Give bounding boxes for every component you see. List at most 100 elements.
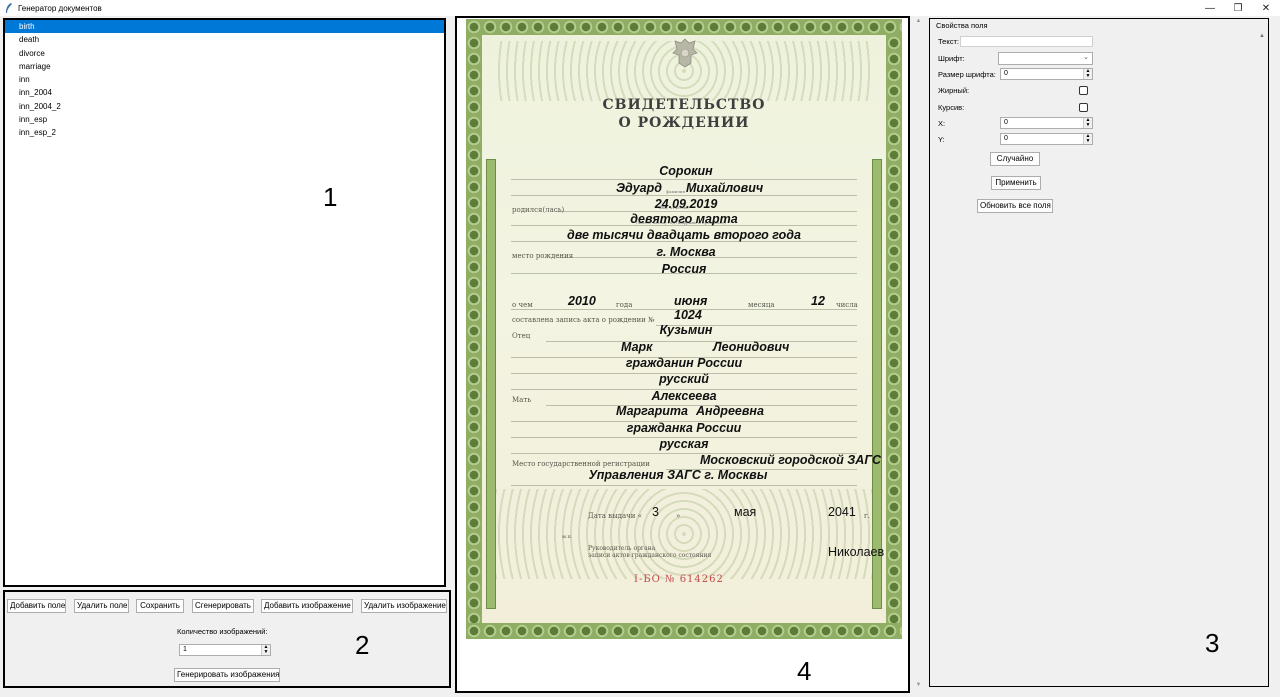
remove-field-button[interactable]: Удалить поле [74, 599, 129, 613]
maximize-button[interactable]: ❐ [1224, 0, 1252, 16]
panel-number-2: 2 [355, 630, 370, 660]
border-ornament-bottom [466, 623, 902, 639]
close-button[interactable]: ✕ [1252, 0, 1280, 16]
scroll-down-icon[interactable]: ▼ [912, 682, 925, 692]
border-ornament-top [466, 19, 902, 35]
label-registration: Место государственной регистрации [512, 460, 650, 468]
label-mother: Мать [512, 396, 532, 404]
template-list[interactable]: birth death divorce marriage inn inn_2004 inn_… [5, 20, 444, 140]
field-father-nationality: русский [659, 372, 709, 386]
minimize-button[interactable]: — [1196, 0, 1224, 16]
add-field-button[interactable]: Добавить поле [7, 599, 66, 613]
field-record-year: 2010 [568, 294, 596, 308]
field-properties-panel: Свойства поля Текст: Шрифт: ⌄ Размер шри… [929, 18, 1269, 687]
field-father-first-name: Марк [621, 340, 653, 354]
field-birth-place: г. Москва [656, 245, 716, 259]
template-list-item[interactable]: birth [5, 20, 444, 34]
caption-surname: фамилия [666, 189, 686, 194]
template-list-item[interactable]: death [5, 33, 444, 46]
apply-button[interactable]: Применить [991, 176, 1041, 190]
template-list-item[interactable]: inn [5, 73, 444, 86]
properties-scrollbar[interactable]: ▲ [1257, 33, 1267, 683]
y-value: 0 [1004, 135, 1008, 142]
x-value: 0 [1004, 119, 1008, 126]
field-father-citizenship: гражданин России [625, 356, 743, 370]
template-list-item[interactable]: marriage [5, 60, 444, 73]
text-input[interactable] [960, 36, 1093, 47]
text-label: Текст: [938, 37, 959, 46]
template-list-item[interactable]: inn_2004 [5, 86, 444, 99]
chevron-down-icon: ⌄ [1083, 54, 1089, 61]
panel-number-4: 4 [797, 656, 812, 686]
coat-of-arms-icon [672, 38, 698, 68]
birth-certificate-image[interactable]: СВИДЕТЕЛЬСТВО О РОЖДЕНИИ фамилия имя, от… [466, 19, 902, 639]
field-record-month: июня [674, 294, 708, 308]
label-issue-date: Дата выдачи « [588, 512, 642, 520]
field-first-name: Эдуард [616, 181, 662, 195]
field-birth-date-words-2: две тысячи двадцать второго года [567, 228, 801, 242]
toolbar-panel: Добавить поле Удалить поле Сохранить Сге… [3, 590, 451, 688]
field-issue-year: 2041 [828, 505, 856, 519]
label-birth-place: место рождения [512, 252, 574, 260]
remove-image-button[interactable]: Удалить изображение [361, 599, 447, 613]
label-record: составлена запись акта о рождении № [512, 316, 655, 324]
field-registry-office-1: Московский городской ЗАГС [700, 453, 882, 467]
x-spinbox[interactable]: 0 ▲ ▼ [1000, 117, 1093, 129]
x-label: X: [938, 119, 946, 128]
y-spinbox[interactable]: 0 ▲ ▼ [1000, 133, 1093, 145]
document-preview-panel: СВИДЕТЕЛЬСТВО О РОЖДЕНИИ фамилия имя, от… [455, 16, 910, 693]
field-mother-first-name: Маргарита [616, 404, 688, 418]
label-day: числа [836, 301, 858, 309]
spin-arrows-icon[interactable]: ▲ ▼ [1083, 69, 1092, 79]
template-list-item[interactable]: divorce [5, 47, 444, 60]
rule-line [546, 341, 857, 342]
certificate-title-line-2: О РОЖДЕНИИ [618, 115, 750, 131]
label-mp: м.п. [562, 534, 573, 540]
field-surname: Сорокин [659, 164, 713, 178]
field-issue-month: мая [734, 505, 757, 519]
font-label: Шрифт: [938, 54, 965, 63]
field-issue-day: 3 [652, 505, 659, 519]
image-count-value: 1 [183, 646, 187, 653]
generate-images-button[interactable]: Генерировать изображения [174, 668, 280, 682]
random-button[interactable]: Случайно [990, 152, 1040, 166]
spin-arrows-icon[interactable]: ▲ ▼ [261, 645, 270, 655]
update-all-fields-button[interactable]: Обновить все поля [977, 199, 1053, 213]
field-father-surname: Кузьмин [659, 323, 713, 337]
save-button[interactable]: Сохранить [136, 599, 184, 613]
preview-scrollbar[interactable]: ▲ ▼ [912, 18, 925, 692]
field-registry-office-2: Управления ЗАГС г. Москвы [588, 468, 768, 482]
scroll-up-icon[interactable]: ▲ [1257, 33, 1267, 39]
template-list-item[interactable]: inn_esp [5, 113, 444, 126]
properties-header: Свойства поля [936, 21, 988, 30]
font-select[interactable]: ⌄ [998, 52, 1093, 65]
add-image-button[interactable]: Добавить изображение [261, 599, 353, 613]
window-title: Генератор документов [18, 3, 102, 13]
template-list-item[interactable]: inn_2004_2 [5, 100, 444, 113]
field-head-name: Николаев [828, 545, 885, 559]
rule-line [511, 485, 857, 486]
bold-label: Жирный: [938, 86, 970, 95]
label-born: родился(лась) [512, 206, 565, 214]
spin-arrows-icon[interactable]: ▲ ▼ [1083, 134, 1092, 144]
template-list-panel: birth death divorce marriage inn inn_2004 inn_… [3, 18, 446, 587]
field-record-day: 12 [811, 294, 825, 308]
label-head-2: записи актов гражданского состояния [588, 552, 712, 559]
scroll-up-icon[interactable]: ▲ [912, 18, 925, 28]
label-month: месяца [748, 301, 775, 309]
template-list-item[interactable]: inn_esp_2 [5, 126, 444, 139]
field-birth-country: Россия [661, 262, 707, 276]
font-size-spinbox[interactable]: 0 ▲ ▼ [1000, 68, 1093, 80]
italic-checkbox[interactable] [1079, 103, 1088, 112]
panel-number-3: 3 [1205, 628, 1220, 658]
inner-band-left [486, 159, 496, 609]
field-father-patronymic: Леонидович [713, 340, 790, 354]
label-about: о чем [512, 301, 533, 309]
field-mother-patronymic: Андреевна [696, 404, 764, 418]
bold-checkbox[interactable] [1079, 86, 1088, 95]
image-count-spinbox[interactable]: 1 ▲ ▼ [179, 644, 271, 656]
generate-button[interactable]: Сгенерировать [192, 599, 254, 613]
feather-icon [3, 2, 15, 14]
spin-arrows-icon[interactable]: ▲ ▼ [1083, 118, 1092, 128]
field-mother-surname: Алексеева [651, 389, 717, 403]
